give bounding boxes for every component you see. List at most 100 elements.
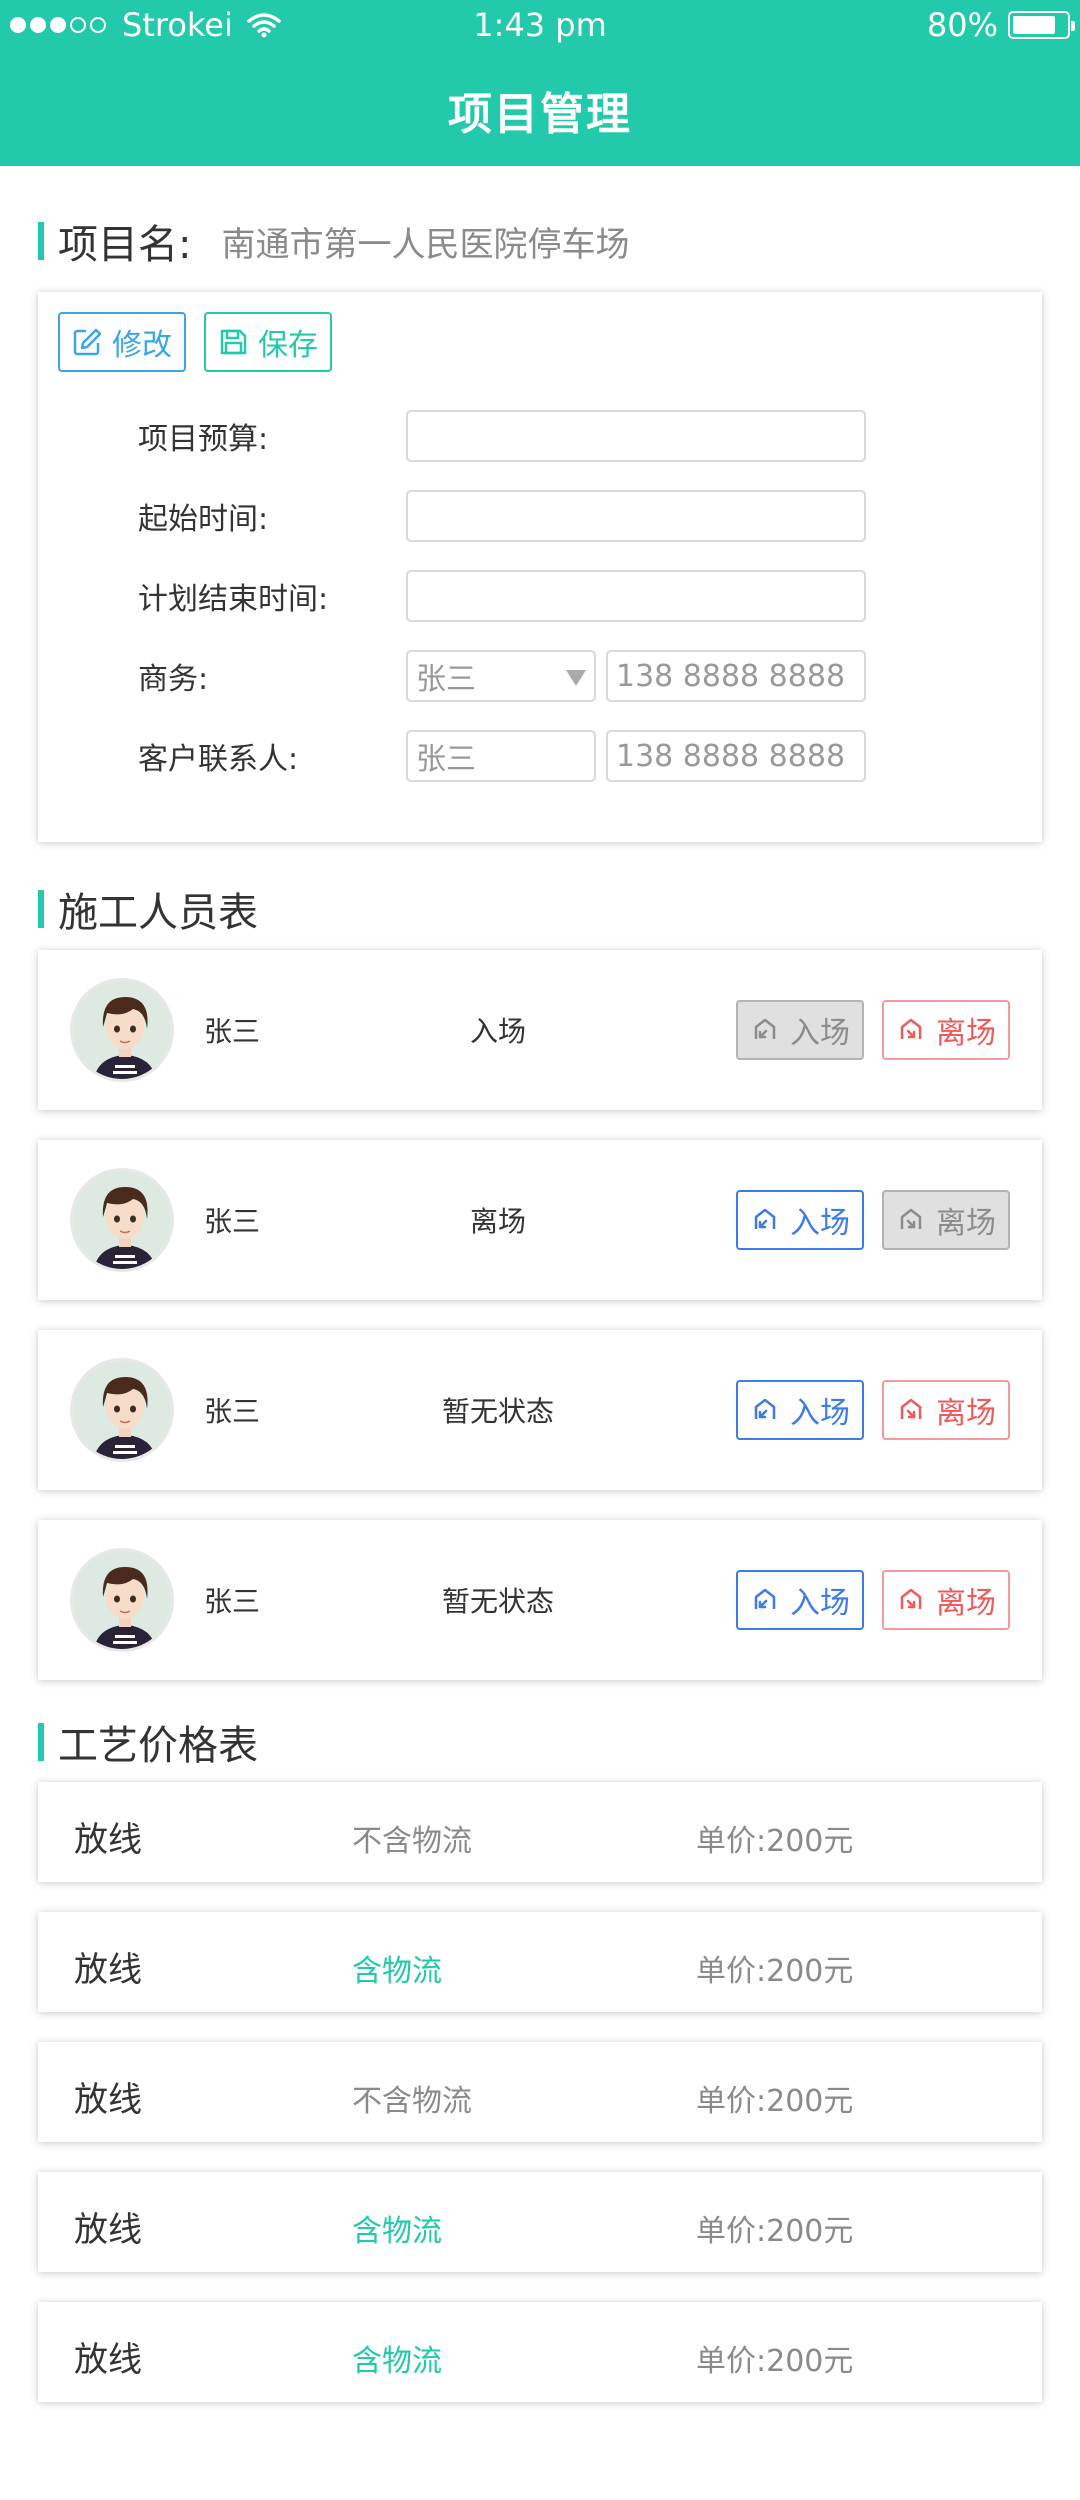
- section-accent-bar: [38, 222, 44, 260]
- worker-status: 离场: [469, 1205, 526, 1238]
- section-accent-bar: [38, 1723, 44, 1761]
- save-button[interactable]: 保存: [204, 312, 332, 372]
- battery-percent: 80%: [926, 6, 998, 44]
- status-right: 80%: [926, 6, 1075, 44]
- battery-icon: [1008, 11, 1075, 39]
- enter-button-label: 入场: [790, 1206, 850, 1241]
- logistics-status: 不含物流: [352, 2084, 472, 2119]
- avatar: [70, 1358, 174, 1462]
- contact-name-input[interactable]: 张三: [406, 730, 596, 782]
- enter-icon: [754, 1588, 776, 1609]
- logistics-status: 含物流: [352, 2214, 442, 2249]
- section-accent-bar: [38, 890, 44, 928]
- enter-icon: [754, 1208, 776, 1229]
- leave-icon: [900, 1398, 922, 1419]
- enter-icon: [754, 1398, 776, 1419]
- logistics-status: 含物流: [352, 2344, 442, 2379]
- person-illustration: [73, 1171, 171, 1269]
- unit-price: 单价:200元: [696, 2214, 854, 2249]
- leave-icon: [900, 1018, 922, 1039]
- unit-price: 单价:200元: [696, 2084, 854, 2119]
- project-name-value: 南通市第一人民医院停车场: [221, 224, 630, 265]
- worker-row: 张三 暂无状态 入场 离场: [38, 1330, 1042, 1490]
- craft-name: 放线: [74, 2080, 142, 2120]
- leave-button[interactable]: 离场: [882, 1380, 1010, 1440]
- craft-name: 放线: [74, 1820, 142, 1860]
- person-illustration: [73, 1361, 171, 1459]
- enter-button[interactable]: 入场: [736, 1190, 864, 1250]
- caret-down-icon: [566, 670, 586, 686]
- enter-icon: [754, 1018, 776, 1039]
- project-form-card: 修改 保存 项目预算: 起始时间: 计划结束时间: 商务: 张三 138 888…: [38, 292, 1042, 842]
- edit-button[interactable]: 修改: [58, 312, 186, 372]
- leave-button[interactable]: 离场: [882, 1190, 1010, 1250]
- enter-button-label: 入场: [790, 1396, 850, 1431]
- budget-label: 项目预算:: [138, 422, 269, 457]
- workers-title: 施工人员表: [58, 890, 258, 936]
- worker-name: 张三: [204, 1395, 261, 1428]
- avatar: [70, 1168, 174, 1272]
- logistics-status: 不含物流: [352, 1824, 472, 1859]
- end-time-label: 计划结束时间:: [138, 582, 329, 617]
- save-button-label: 保存: [258, 328, 318, 363]
- craft-name: 放线: [74, 2340, 142, 2380]
- prices-title: 工艺价格表: [58, 1723, 258, 1769]
- person-illustration: [73, 981, 171, 1079]
- business-phone-input[interactable]: 138 8888 8888: [606, 650, 866, 702]
- project-name-row: 项目名: 南通市第一人民医院停车场: [38, 212, 629, 270]
- price-row[interactable]: 放线 含物流 单价:200元: [38, 2302, 1042, 2402]
- business-name-placeholder: 张三: [416, 662, 476, 697]
- worker-name: 张三: [204, 1205, 261, 1238]
- enter-button-label: 入场: [790, 1586, 850, 1621]
- craft-name: 放线: [74, 2210, 142, 2250]
- leave-button[interactable]: 离场: [882, 1570, 1010, 1630]
- status-time: 1:43 pm: [473, 6, 607, 44]
- leave-button[interactable]: 离场: [882, 1000, 1010, 1060]
- status-bar: Strokei 1:43 pm 80%: [0, 0, 1080, 50]
- price-row[interactable]: 放线 不含物流 单价:200元: [38, 2042, 1042, 2142]
- leave-button-label: 离场: [936, 1016, 996, 1051]
- page-title: 项目管理: [448, 89, 632, 140]
- worker-status: 入场: [469, 1015, 526, 1048]
- start-time-label: 起始时间:: [138, 502, 269, 537]
- worker-status: 暂无状态: [441, 1585, 554, 1618]
- battery-cap: [1071, 21, 1075, 31]
- contact-phone-input[interactable]: 138 8888 8888: [606, 730, 866, 782]
- end-time-input[interactable]: [406, 570, 866, 622]
- worker-name: 张三: [204, 1015, 261, 1048]
- worker-row: 张三 暂无状态 入场 离场: [38, 1520, 1042, 1680]
- person-illustration: [73, 1551, 171, 1649]
- edit-icon: [73, 328, 102, 356]
- leave-button-label: 离场: [936, 1206, 996, 1241]
- price-row[interactable]: 放线 含物流 单价:200元: [38, 1912, 1042, 2012]
- battery-level: [1013, 16, 1055, 34]
- worker-row: 张三 入场 入场 离场: [38, 950, 1042, 1110]
- enter-button[interactable]: 入场: [736, 1000, 864, 1060]
- start-time-input[interactable]: [406, 490, 866, 542]
- price-row[interactable]: 放线 不含物流 单价:200元: [38, 1782, 1042, 1882]
- budget-input[interactable]: [406, 410, 866, 462]
- save-icon: [220, 329, 247, 355]
- edit-button-label: 修改: [112, 328, 172, 363]
- worker-status: 暂无状态: [441, 1395, 554, 1428]
- leave-icon: [900, 1588, 922, 1609]
- avatar: [70, 1548, 174, 1652]
- avatar: [70, 978, 174, 1082]
- unit-price: 单价:200元: [696, 2344, 854, 2379]
- worker-name: 张三: [204, 1585, 261, 1618]
- unit-price: 单价:200元: [696, 1954, 854, 1989]
- app-header: Strokei 1:43 pm 80% 项目管理: [0, 0, 1080, 166]
- business-name-select[interactable]: 张三: [406, 650, 596, 702]
- craft-name: 放线: [74, 1950, 142, 1990]
- leave-icon: [900, 1208, 922, 1229]
- leave-button-label: 离场: [936, 1396, 996, 1431]
- enter-button[interactable]: 入场: [736, 1570, 864, 1630]
- enter-button[interactable]: 入场: [736, 1380, 864, 1440]
- leave-button-label: 离场: [936, 1586, 996, 1621]
- enter-button-label: 入场: [790, 1016, 850, 1051]
- project-name-label: 项目名:: [58, 222, 192, 268]
- unit-price: 单价:200元: [696, 1824, 854, 1859]
- logistics-status: 含物流: [352, 1954, 442, 1989]
- price-row[interactable]: 放线 含物流 单价:200元: [38, 2172, 1042, 2272]
- prices-section-title: 工艺价格表: [38, 1713, 258, 1771]
